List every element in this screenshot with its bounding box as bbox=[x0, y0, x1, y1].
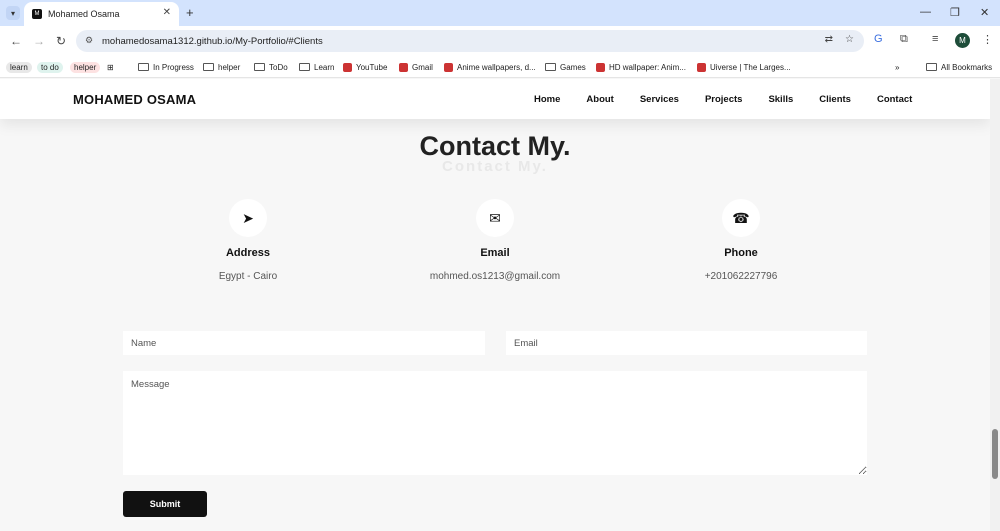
reload-icon[interactable]: ↻ bbox=[56, 34, 66, 48]
bookmark-chip-label: to do bbox=[37, 61, 63, 73]
restore-icon[interactable]: ❐ bbox=[950, 6, 960, 19]
location-arrow-icon: ➤ bbox=[229, 199, 267, 237]
bookmark-item[interactable]: helper bbox=[70, 59, 101, 75]
folder-icon bbox=[299, 63, 310, 71]
bookmark-item[interactable]: Gmail bbox=[399, 59, 433, 75]
bookmark-label: Games bbox=[560, 62, 586, 72]
bookmark-label: YouTube bbox=[356, 62, 388, 72]
contact-info-address: ➤ Address Egypt - Cairo bbox=[158, 199, 338, 282]
site-favicon-icon bbox=[596, 62, 605, 72]
close-tab-icon[interactable]: ✕ bbox=[163, 7, 171, 18]
back-icon[interactable]: ← bbox=[10, 34, 22, 48]
all-bookmarks-label: All Bookmarks bbox=[941, 62, 993, 72]
site-brand[interactable]: MOHAMED OSAMA bbox=[73, 92, 196, 107]
phone-icon: ☎ bbox=[722, 199, 760, 237]
google-translate-extension-icon[interactable]: G bbox=[874, 33, 883, 45]
folder-icon bbox=[545, 63, 556, 71]
bookmark-star-icon[interactable]: ☆ bbox=[845, 34, 854, 45]
site-favicon-icon bbox=[697, 62, 706, 72]
site-header: MOHAMED OSAMA Home About Services Projects S… bbox=[0, 79, 990, 119]
url-bar[interactable]: ⚙ mohamedosama1312.github.io/My-Portfoli… bbox=[76, 30, 864, 52]
bookmark-item[interactable]: learn bbox=[6, 59, 32, 75]
favicon-icon: M bbox=[32, 9, 42, 19]
more-bookmarks-icon[interactable]: » bbox=[895, 59, 899, 75]
browser-tab-bar: ▾ M Mohamed Osama ✕ + — ❐ ✕ bbox=[0, 0, 1000, 26]
name-input[interactable] bbox=[123, 331, 485, 355]
translate-icon[interactable]: ⇄ bbox=[825, 34, 833, 45]
bookmark-label: Learn bbox=[314, 62, 335, 72]
bookmark-label: Uiverse | The Larges... bbox=[710, 62, 791, 72]
submit-button[interactable]: Submit bbox=[123, 491, 207, 517]
nav-link-contact[interactable]: Contact bbox=[877, 94, 912, 105]
nav-link-skills[interactable]: Skills bbox=[768, 94, 793, 105]
all-bookmarks-folder[interactable]: All Bookmarks bbox=[926, 59, 992, 75]
bookmark-item[interactable]: YouTube bbox=[343, 59, 387, 75]
bookmark-item[interactable]: helper bbox=[203, 59, 240, 75]
new-tab-icon[interactable]: + bbox=[186, 5, 194, 20]
bookmark-chip-label: learn bbox=[6, 61, 32, 73]
tab-search-icon[interactable]: ▾ bbox=[6, 6, 20, 20]
folder-icon bbox=[203, 63, 214, 71]
nav-link-about[interactable]: About bbox=[586, 94, 613, 105]
bookmark-item[interactable]: In Progress bbox=[138, 59, 194, 75]
close-window-icon[interactable]: ✕ bbox=[980, 6, 989, 19]
site-favicon-icon bbox=[444, 62, 453, 72]
nav-link-services[interactable]: Services bbox=[640, 94, 679, 105]
profile-avatar[interactable]: M bbox=[955, 33, 970, 48]
page-scrollbar[interactable] bbox=[990, 79, 1000, 531]
folder-icon bbox=[926, 63, 937, 71]
extensions-icon[interactable]: ⧉ bbox=[900, 33, 908, 46]
site-favicon-icon bbox=[399, 62, 408, 72]
nav-link-projects[interactable]: Projects bbox=[705, 94, 743, 105]
section-title: Contact My. bbox=[419, 131, 571, 161]
bookmark-item[interactable]: to do bbox=[37, 59, 63, 75]
nav-link-home[interactable]: Home bbox=[534, 94, 560, 105]
bookmark-item[interactable]: Games bbox=[545, 59, 586, 75]
bookmark-chip-label: helper bbox=[70, 61, 101, 73]
browser-tab[interactable]: M Mohamed Osama ✕ bbox=[24, 2, 179, 26]
minimize-icon[interactable]: — bbox=[920, 6, 931, 18]
bookmark-label: ToDo bbox=[269, 62, 288, 72]
contact-info-value: Egypt - Cairo bbox=[218, 271, 278, 282]
message-textarea[interactable] bbox=[123, 371, 867, 475]
nav-link-clients[interactable]: Clients bbox=[819, 94, 851, 105]
bookmarks-bar: » All Bookmarks learn to do helper In Progr… bbox=[0, 56, 1000, 78]
contact-info-label: Address bbox=[225, 247, 271, 259]
contact-info-email: ✉ Email mohmed.os1213@gmail.com bbox=[405, 199, 585, 282]
contact-info-value: mohmed.os1213@gmail.com bbox=[429, 271, 561, 282]
bookmark-item[interactable]: Uiverse | The Larges... bbox=[697, 59, 791, 75]
site-nav: Home About Services Projects Skills Clients Co… bbox=[534, 94, 938, 105]
bookmark-label: Gmail bbox=[412, 62, 433, 72]
bookmark-label: Anime wallpapers, d... bbox=[457, 62, 536, 72]
scrollbar-thumb[interactable] bbox=[992, 429, 998, 479]
bookmark-item[interactable]: Anime wallpapers, d... bbox=[444, 59, 536, 75]
envelope-icon: ✉ bbox=[476, 199, 514, 237]
bookmark-item[interactable]: Learn bbox=[299, 59, 334, 75]
folder-icon bbox=[138, 63, 149, 71]
bookmark-item[interactable]: ToDo bbox=[254, 59, 288, 75]
contact-info-label: Email bbox=[480, 247, 510, 259]
bookmark-label: helper bbox=[218, 62, 241, 72]
email-input[interactable] bbox=[506, 331, 867, 355]
apps-grid-icon[interactable]: ⊞ bbox=[107, 59, 114, 75]
contact-info-value: +201062227796 bbox=[704, 271, 778, 282]
browser-menu-icon[interactable]: ⋮ bbox=[982, 33, 993, 46]
url-text: mohamedosama1312.github.io/My-Portfolio/… bbox=[102, 35, 323, 47]
bookmark-item[interactable]: HD wallpaper: Anim... bbox=[596, 59, 686, 75]
site-favicon-icon bbox=[343, 62, 352, 72]
contact-info-label: Phone bbox=[724, 247, 758, 259]
address-toolbar: ← → ↻ ⚙ mohamedosama1312.github.io/My-Po… bbox=[0, 26, 1000, 56]
tab-title: Mohamed Osama bbox=[48, 9, 120, 19]
folder-icon bbox=[254, 63, 265, 71]
bookmark-label: In Progress bbox=[153, 62, 194, 72]
site-info-icon[interactable]: ⚙ bbox=[85, 35, 93, 46]
contact-info-phone: ☎ Phone +201062227796 bbox=[651, 199, 831, 282]
forward-icon[interactable]: → bbox=[33, 34, 45, 48]
reading-list-icon[interactable]: ≡ bbox=[932, 33, 938, 45]
webpage: MOHAMED OSAMA Home About Services Projects S… bbox=[0, 79, 990, 531]
bookmark-label: HD wallpaper: Anim... bbox=[609, 62, 686, 72]
